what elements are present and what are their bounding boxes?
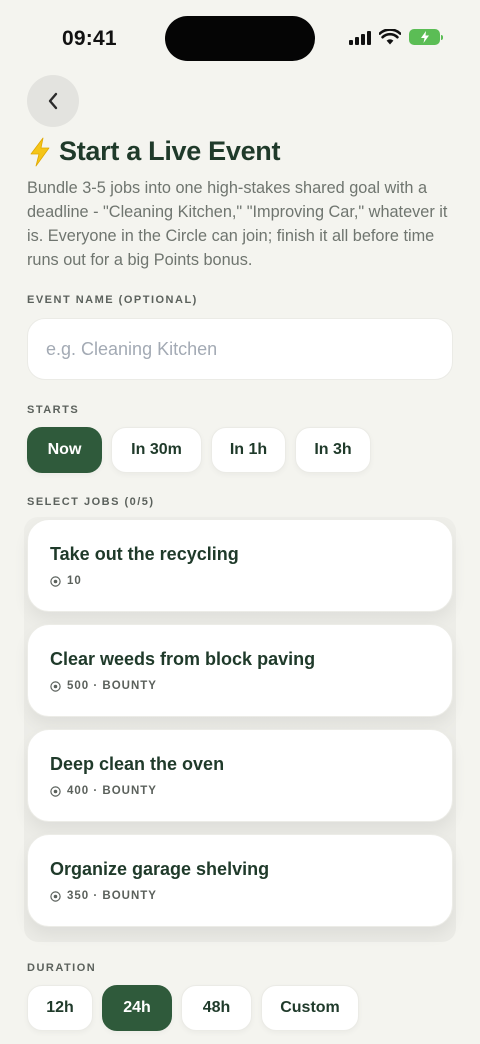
job-card[interactable]: Organize garage shelving 350 · BOUNTY xyxy=(27,834,453,927)
duration-option-24h[interactable]: 24h xyxy=(102,985,172,1031)
job-points: 500 · BOUNTY xyxy=(67,680,157,692)
select-jobs-label: SELECT JOBS (0/5) xyxy=(27,496,155,508)
job-card[interactable]: Clear weeds from block paving 500 · BOUN… xyxy=(27,624,453,717)
wifi-icon xyxy=(379,29,401,45)
status-icons xyxy=(349,29,443,45)
job-meta: 10 xyxy=(50,575,82,587)
charging-bolt-icon xyxy=(420,31,429,43)
starts-option-1h[interactable]: In 1h xyxy=(211,427,286,473)
job-points: 400 · BOUNTY xyxy=(67,785,157,797)
chevron-left-icon xyxy=(48,92,58,110)
job-points: 10 xyxy=(67,575,82,587)
status-time: 09:41 xyxy=(62,27,117,50)
page-title: Start a Live Event xyxy=(59,136,281,166)
status-bar: 09:41 xyxy=(0,0,480,78)
job-card[interactable]: Take out the recycling 10 xyxy=(27,519,453,612)
job-points: 350 · BOUNTY xyxy=(67,890,157,902)
cellular-signal-icon xyxy=(349,29,371,45)
starts-option-30m[interactable]: In 30m xyxy=(111,427,202,473)
page-header: Start a Live Event xyxy=(27,136,280,167)
duration-option-48h[interactable]: 48h xyxy=(181,985,252,1031)
points-coin-icon xyxy=(50,890,61,902)
job-title: Take out the recycling xyxy=(50,544,239,564)
duration-label: DURATION xyxy=(27,962,97,974)
starts-option-now[interactable]: Now xyxy=(27,427,102,473)
job-meta: 350 · BOUNTY xyxy=(50,890,157,902)
job-title: Organize garage shelving xyxy=(50,859,270,879)
job-meta: 400 · BOUNTY xyxy=(50,785,157,797)
starts-option-3h[interactable]: In 3h xyxy=(295,427,371,473)
duration-option-12h[interactable]: 12h xyxy=(27,985,93,1031)
lightning-bolt-icon xyxy=(30,137,50,166)
starts-label: STARTS xyxy=(27,404,80,416)
points-coin-icon xyxy=(50,680,61,692)
job-card[interactable]: Deep clean the oven 400 · BOUNTY xyxy=(27,729,453,822)
live-event-screen: 09:41 Start a Live Event Bundle 3-5 jobs… xyxy=(0,0,480,1044)
dynamic-island xyxy=(165,16,315,61)
duration-options: 12h 24h 48h Custom xyxy=(27,985,359,1031)
job-meta: 500 · BOUNTY xyxy=(50,680,157,692)
points-coin-icon xyxy=(50,575,61,587)
back-button[interactable] xyxy=(27,75,79,127)
event-name-input[interactable] xyxy=(27,318,453,380)
duration-option-custom[interactable]: Custom xyxy=(261,985,359,1031)
job-title: Deep clean the oven xyxy=(50,754,225,774)
starts-options: Now In 30m In 1h In 3h xyxy=(27,427,371,473)
points-coin-icon xyxy=(50,785,61,797)
job-title: Clear weeds from block paving xyxy=(50,649,316,669)
event-name-label: EVENT NAME (OPTIONAL) xyxy=(27,294,198,306)
page-description: Bundle 3-5 jobs into one high-stakes sha… xyxy=(27,179,448,269)
battery-charging-icon xyxy=(409,29,443,45)
